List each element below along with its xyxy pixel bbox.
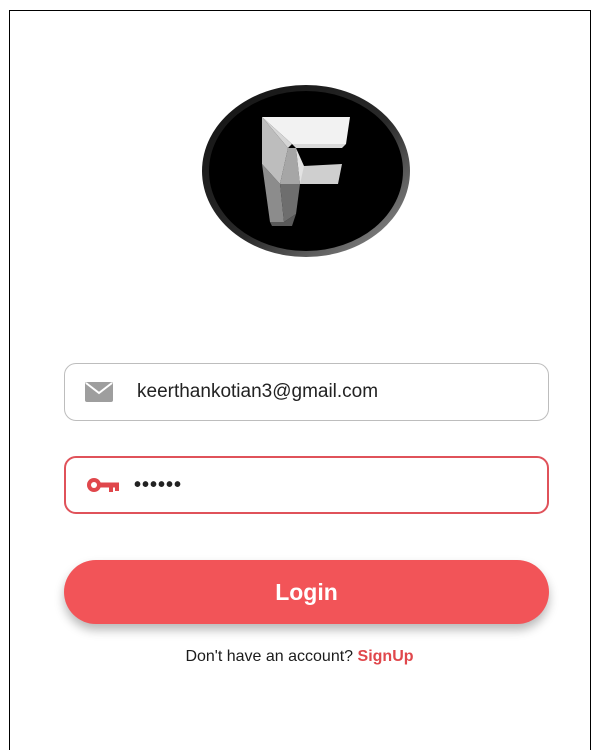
mail-icon xyxy=(85,380,125,404)
key-icon xyxy=(86,473,126,497)
app-logo xyxy=(200,84,412,258)
password-field[interactable] xyxy=(64,456,549,514)
signup-link[interactable]: SignUp xyxy=(358,648,414,665)
email-input[interactable] xyxy=(137,381,517,403)
signup-prompt-row: Don't have an account? SignUp xyxy=(0,648,599,666)
signup-prompt-text: Don't have an account? xyxy=(185,648,354,665)
password-input[interactable] xyxy=(134,473,514,497)
letter-f-logo-icon xyxy=(202,85,410,257)
email-field[interactable] xyxy=(64,363,549,421)
login-button[interactable]: Login xyxy=(64,560,549,624)
